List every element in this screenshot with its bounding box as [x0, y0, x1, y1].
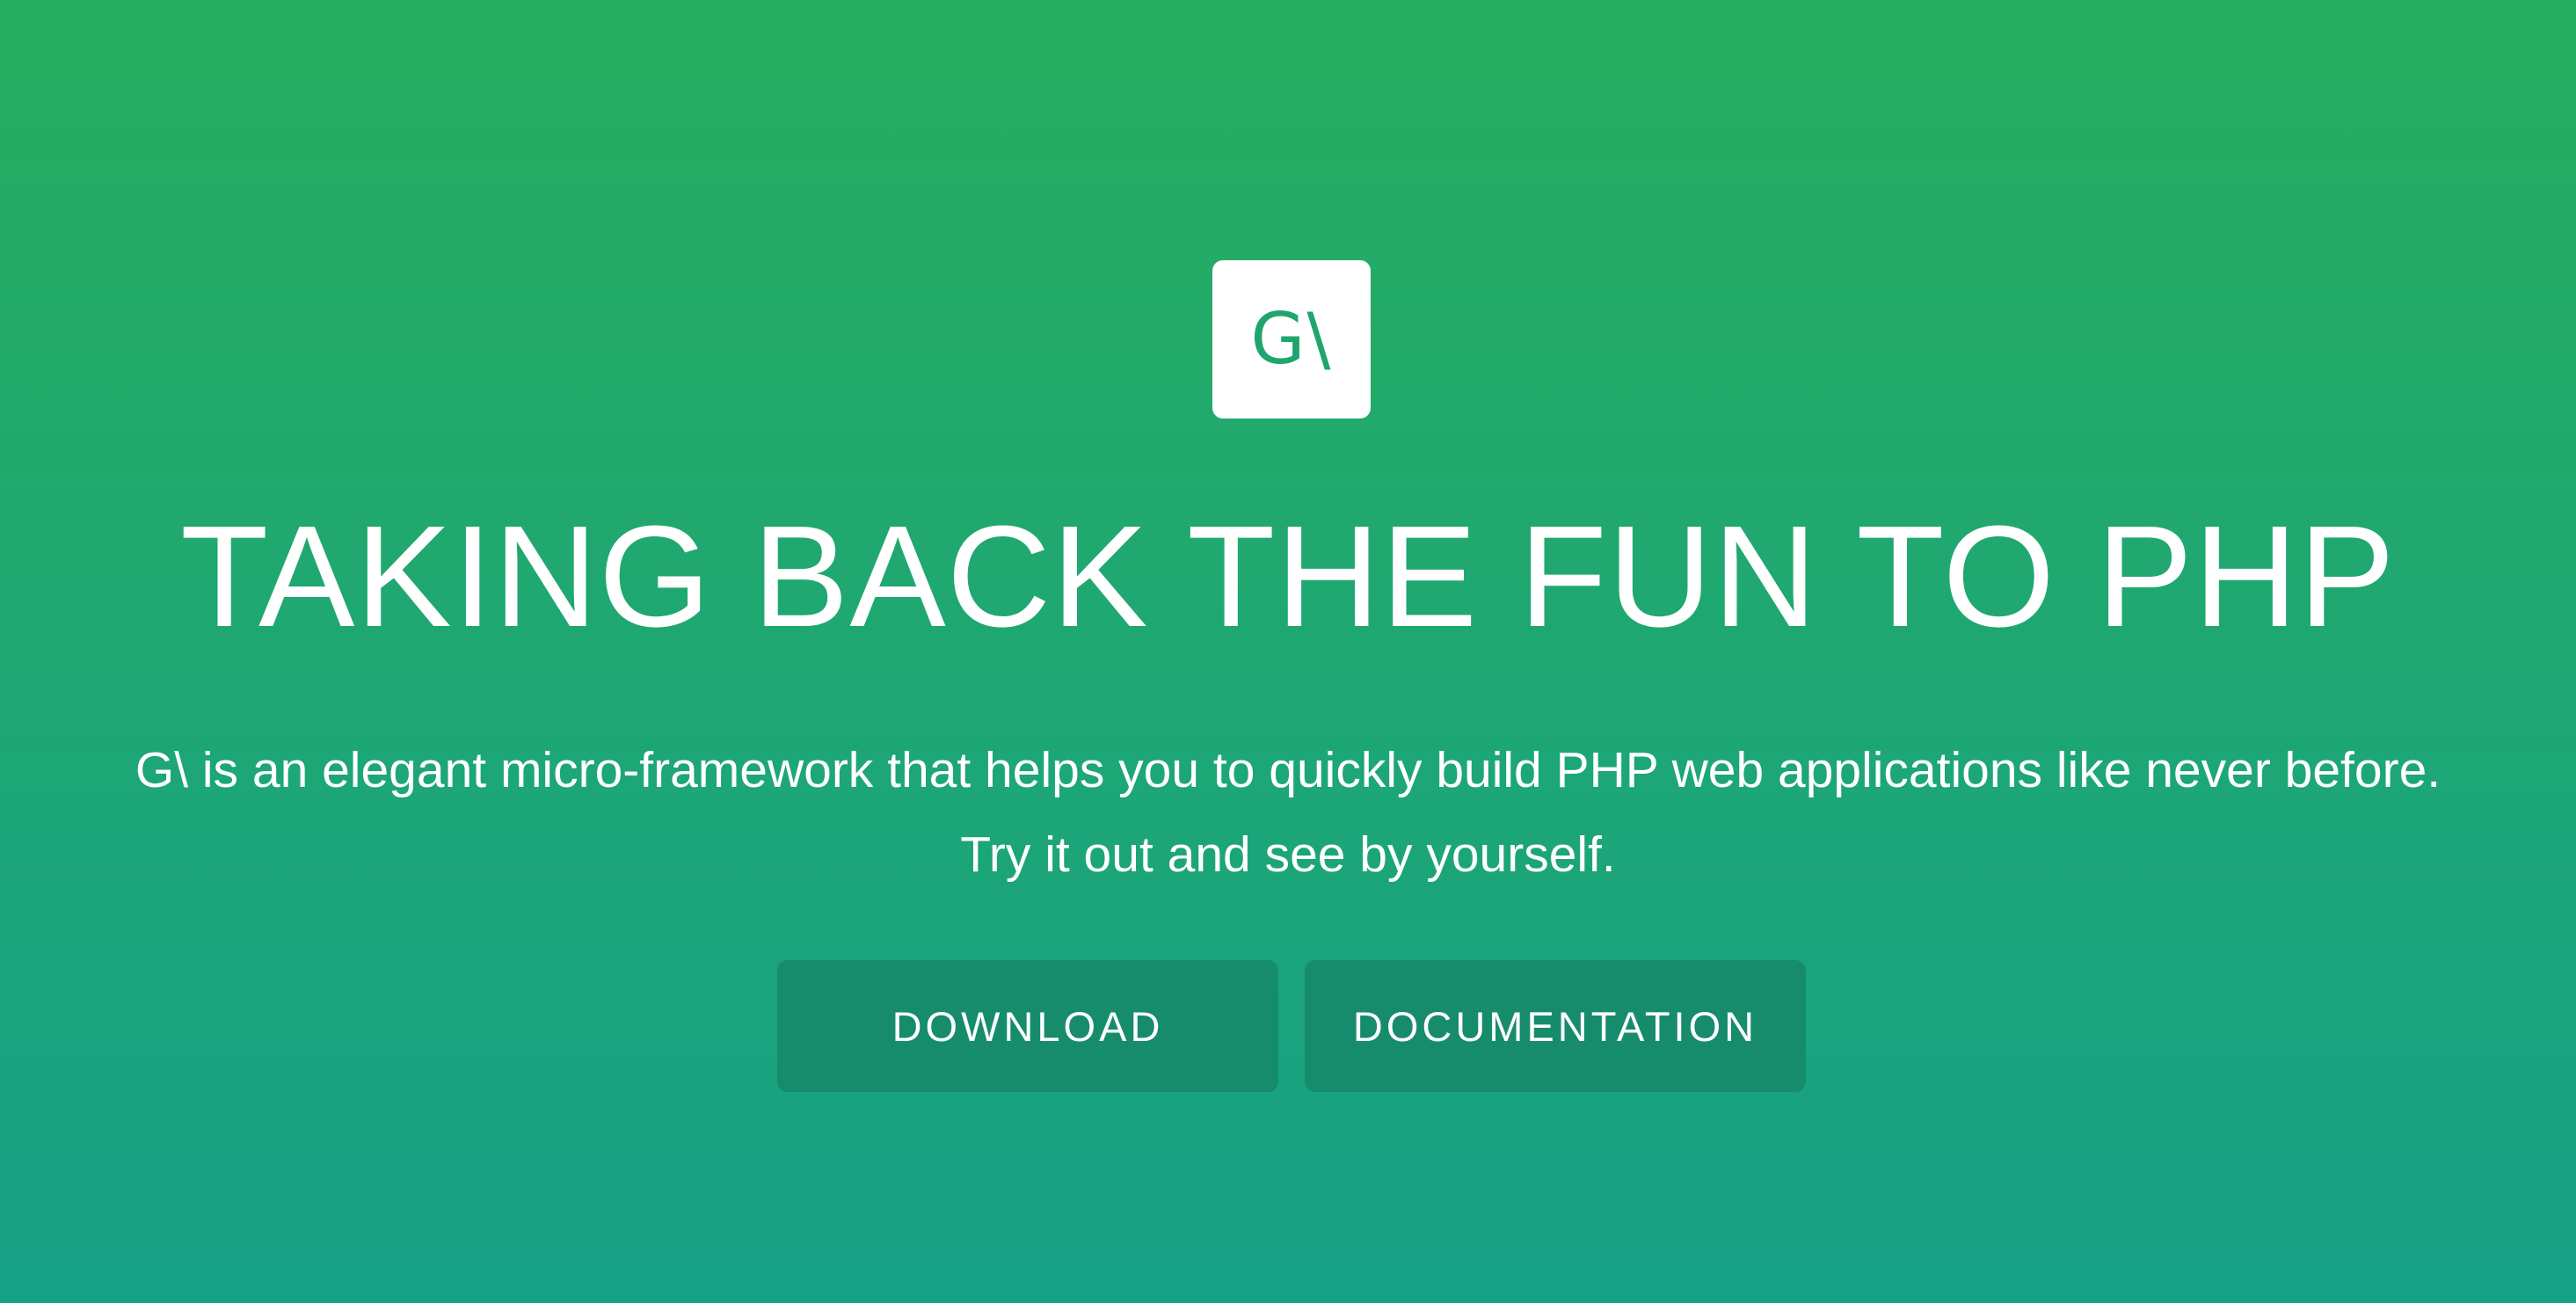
subtitle-line-2: Try it out and see by yourself.: [960, 826, 1616, 883]
headline: TAKING BACK THE FUN TO PHP: [180, 496, 2396, 657]
logo: G\: [1212, 260, 1371, 419]
hero-section: G\ TAKING BACK THE FUN TO PHP G\ is an e…: [0, 0, 2576, 1303]
documentation-button[interactable]: DOCUMENTATION: [1305, 960, 1806, 1092]
subtitle: G\ is an elegant micro-framework that he…: [0, 728, 2576, 897]
subtitle-line-1: G\ is an elegant micro-framework that he…: [135, 742, 2441, 798]
download-button[interactable]: DOWNLOAD: [777, 960, 1278, 1092]
documentation-button-label: DOCUMENTATION: [1352, 1002, 1758, 1050]
logo-text: G\: [1250, 298, 1333, 380]
download-button-label: DOWNLOAD: [891, 1002, 1164, 1050]
